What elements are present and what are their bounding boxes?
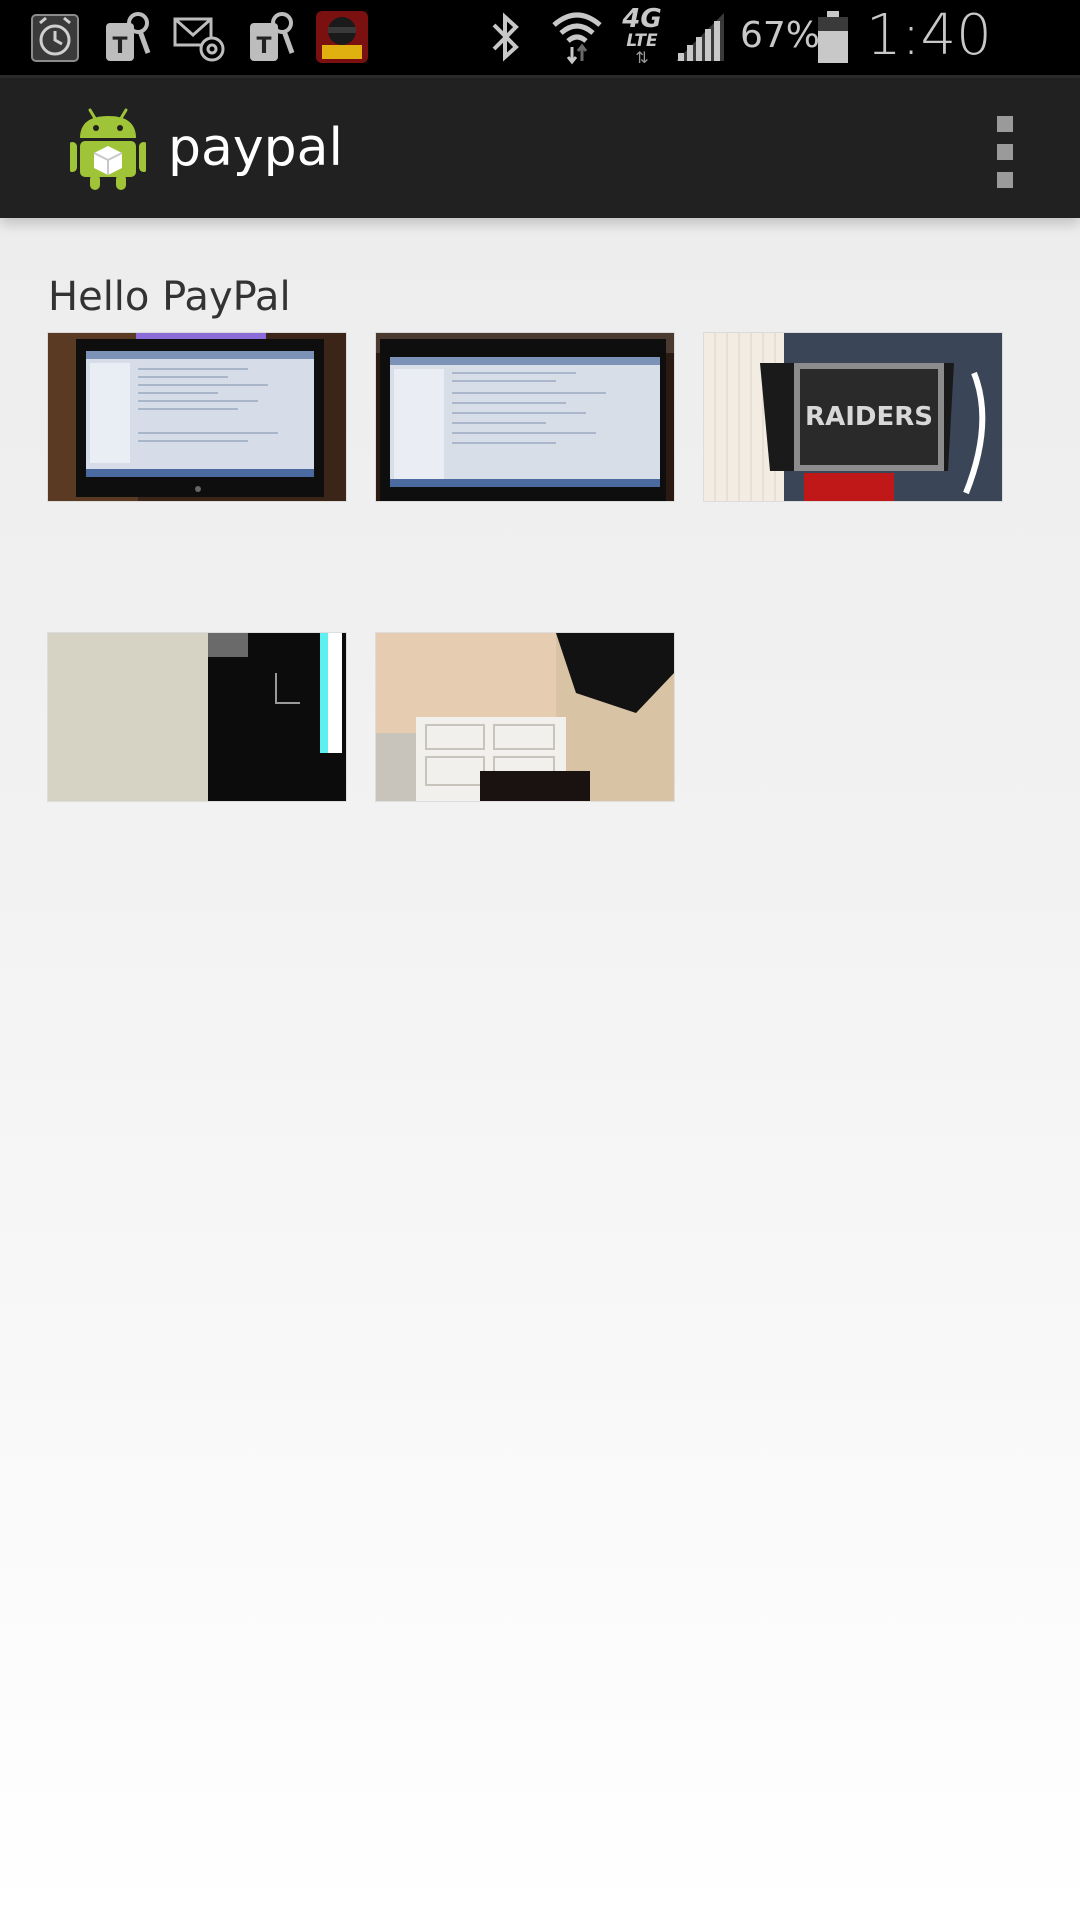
status-bar: T T 4G LTE ⇅ 67% 1:40 [0,0,1080,132]
tmobile-key-icon: T [250,12,295,61]
signal-icon [676,13,724,61]
svg-text:T: T [256,34,271,59]
photo-thumbnail[interactable] [376,633,674,801]
action-bar: paypal [0,78,1080,218]
android-robot-icon[interactable] [70,102,146,192]
bluetooth-icon [492,12,519,62]
photo-thumbnail[interactable] [48,633,346,801]
angry-birds-star-wars-icon [316,11,368,63]
email-at-icon [173,17,225,62]
photo-thumbnail[interactable]: RAIDERS [704,333,1002,501]
lte-4g-icon: 4G LTE ⇅ [622,4,662,67]
svg-text:RAIDERS: RAIDERS [805,402,933,432]
tmobile-key-icon: T [106,12,151,61]
photo-thumbnail[interactable] [48,333,346,501]
battery-percent: 67% [740,15,821,56]
alarm-icon [31,14,79,62]
app-title: paypal [168,118,343,178]
svg-text:T: T [112,34,127,59]
photo-thumbnail[interactable] [376,333,674,501]
hello-heading: Hello PayPal [48,274,291,320]
battery-icon [818,11,848,63]
overflow-menu-icon[interactable] [975,116,1035,188]
wifi-icon [552,12,602,65]
